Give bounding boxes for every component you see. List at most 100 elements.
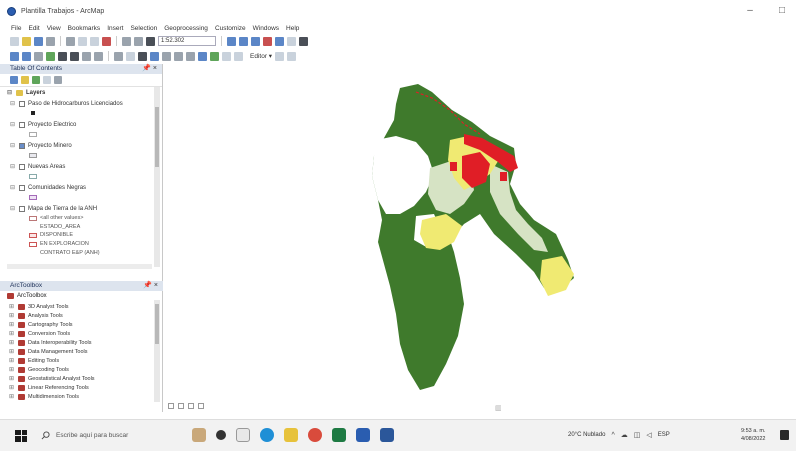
list-by-selection-icon[interactable]: [43, 76, 51, 84]
sketch-tool-icon[interactable]: [287, 51, 297, 61]
refresh-button[interactable]: [188, 403, 194, 409]
folder-icon[interactable]: [284, 428, 298, 442]
scrollbar-thumb[interactable]: [155, 304, 159, 344]
delete-icon[interactable]: [102, 36, 111, 46]
toolbox-item[interactable]: ⊞ Geostatistical Analyst Tools: [9, 375, 95, 382]
menu-selection[interactable]: Selection: [130, 25, 157, 32]
volume-icon[interactable]: ◁: [646, 431, 651, 439]
toc-layer-hidrocarburos[interactable]: ⊟ Paso de Hidrocarburos Licenciados: [10, 100, 123, 107]
expand-icon[interactable]: ⊟: [10, 163, 16, 170]
catalog-icon[interactable]: [251, 36, 260, 46]
toc-options-icon[interactable]: [54, 76, 62, 84]
layer-visibility-checkbox[interactable]: [19, 121, 25, 128]
select-features-icon[interactable]: [114, 51, 123, 61]
editor-toolbar-icon[interactable]: [227, 36, 236, 46]
expand-icon[interactable]: ⊟: [10, 205, 16, 212]
list-by-drawing-order-icon[interactable]: [10, 76, 18, 84]
layer-visibility-checkbox[interactable]: [19, 184, 25, 191]
editor-menu[interactable]: Editor ▾: [250, 52, 272, 60]
toc-horizontal-scrollbar[interactable]: [7, 264, 152, 269]
toc-layer-comunidades[interactable]: ⊟ Comunidades Negras: [10, 184, 86, 191]
map-canvas[interactable]: [164, 64, 796, 412]
new-document-icon[interactable]: [10, 36, 19, 46]
toc-layer-minero[interactable]: ⊟ Proyecto Minero: [10, 142, 72, 149]
fixed-zoom-out-icon[interactable]: [70, 51, 79, 61]
toolbox-item[interactable]: ⊞ Linear Referencing Tools: [9, 384, 89, 391]
scrollbar-thumb[interactable]: [155, 107, 159, 167]
map-drawing[interactable]: [164, 64, 796, 401]
layer-visibility-checkbox[interactable]: [19, 163, 25, 170]
zoom-out-icon[interactable]: [22, 51, 31, 61]
select-elements-icon[interactable]: [138, 51, 147, 61]
map-horizontal-scrollbar[interactable]: ▥: [495, 404, 502, 412]
find-icon[interactable]: [198, 51, 207, 61]
full-extent-icon[interactable]: [46, 51, 55, 61]
language-indicator[interactable]: ESP: [658, 432, 670, 438]
file-explorer-icon[interactable]: [236, 428, 250, 442]
list-by-source-icon[interactable]: [21, 76, 29, 84]
menu-bookmarks[interactable]: Bookmarks: [68, 25, 101, 32]
add-data-icon[interactable]: [146, 36, 155, 46]
menu-view[interactable]: View: [47, 25, 61, 32]
fixed-zoom-in-icon[interactable]: [58, 51, 67, 61]
measure-icon[interactable]: [186, 51, 195, 61]
python-window-icon[interactable]: [275, 36, 284, 46]
toolbox-item[interactable]: ⊞ Conversion Tools: [9, 330, 70, 337]
onedrive-icon[interactable]: ☁: [621, 431, 628, 439]
arctoolbox-pin-close[interactable]: 📌 ×: [143, 281, 158, 291]
layers-group[interactable]: ⊟ Layers: [7, 89, 45, 96]
maximize-button[interactable]: □: [776, 5, 788, 16]
pause-drawing-button[interactable]: [198, 403, 204, 409]
toc-vertical-scrollbar[interactable]: [154, 87, 160, 267]
layer-visibility-checkbox[interactable]: [19, 100, 25, 107]
layer-visibility-checkbox[interactable]: [19, 205, 25, 212]
arctoolbox-vertical-scrollbar[interactable]: [154, 300, 160, 402]
expand-icon[interactable]: ⊟: [10, 100, 16, 107]
word-icon[interactable]: [380, 428, 394, 442]
map-scale-input[interactable]: 1:52.302: [158, 36, 216, 46]
menu-customize[interactable]: Customize: [215, 25, 246, 32]
toolbox-item[interactable]: ⊞ Data Interoperability Tools: [9, 339, 92, 346]
pan-icon[interactable]: [34, 51, 43, 61]
toc-layer-tierras-anh[interactable]: ⊟ Mapa de Tierra de la ANH: [10, 205, 97, 212]
windows-start-icon[interactable]: [15, 429, 27, 442]
toolbox-item[interactable]: ⊞ Editing Tools: [9, 357, 59, 364]
chrome-browser-icon[interactable]: [308, 428, 322, 442]
notification-center-icon[interactable]: [780, 430, 789, 440]
arctoolbox-icon[interactable]: [263, 36, 272, 46]
time-slider-icon[interactable]: [222, 51, 231, 61]
toolbox-item[interactable]: ⊞ Cartography Tools: [9, 321, 73, 328]
toolbox-item[interactable]: ⊞ Geocoding Tools: [9, 366, 69, 373]
back-extent-icon[interactable]: [82, 51, 91, 61]
cut-icon[interactable]: [66, 36, 75, 46]
forward-extent-icon[interactable]: [94, 51, 103, 61]
edge-browser-icon[interactable]: [260, 428, 274, 442]
menu-file[interactable]: File: [11, 25, 21, 32]
toolbox-item[interactable]: ⊞ 3D Analyst Tools: [9, 303, 69, 310]
expand-icon[interactable]: ⊟: [10, 142, 16, 149]
menu-help[interactable]: Help: [286, 25, 299, 32]
model-builder-icon[interactable]: [299, 36, 308, 46]
toolbox-item[interactable]: ⊞ Analysis Tools: [9, 312, 63, 319]
open-folder-icon[interactable]: [22, 36, 31, 46]
list-by-visibility-icon[interactable]: [32, 76, 40, 84]
redo-icon[interactable]: [134, 36, 143, 46]
taskbar-search-box[interactable]: Escribe aquí para buscar: [41, 427, 191, 445]
search-window-icon[interactable]: [287, 36, 296, 46]
toolbox-item[interactable]: ⊞ Data Management Tools: [9, 348, 88, 355]
copy-icon[interactable]: [78, 36, 87, 46]
toc-layer-electrico[interactable]: ⊟ Proyecto Electrico: [10, 121, 76, 128]
toc-pin-close[interactable]: 📌 ×: [142, 64, 157, 74]
arcmap-taskbar-icon[interactable]: [356, 428, 370, 442]
zoom-in-icon[interactable]: [10, 51, 19, 61]
print-icon[interactable]: [46, 36, 55, 46]
expand-icon[interactable]: ⊟: [10, 121, 16, 128]
network-icon[interactable]: ◫: [634, 431, 641, 439]
go-to-xy-icon[interactable]: [210, 51, 219, 61]
clear-selection-icon[interactable]: [126, 51, 135, 61]
toc-layer-nuevas-areas[interactable]: ⊟ Nuevas Areas: [10, 163, 65, 170]
undo-icon[interactable]: [122, 36, 131, 46]
layout-view-button[interactable]: [178, 403, 184, 409]
collapse-icon[interactable]: ⊟: [7, 89, 13, 96]
expand-icon[interactable]: ⊟: [10, 184, 16, 191]
